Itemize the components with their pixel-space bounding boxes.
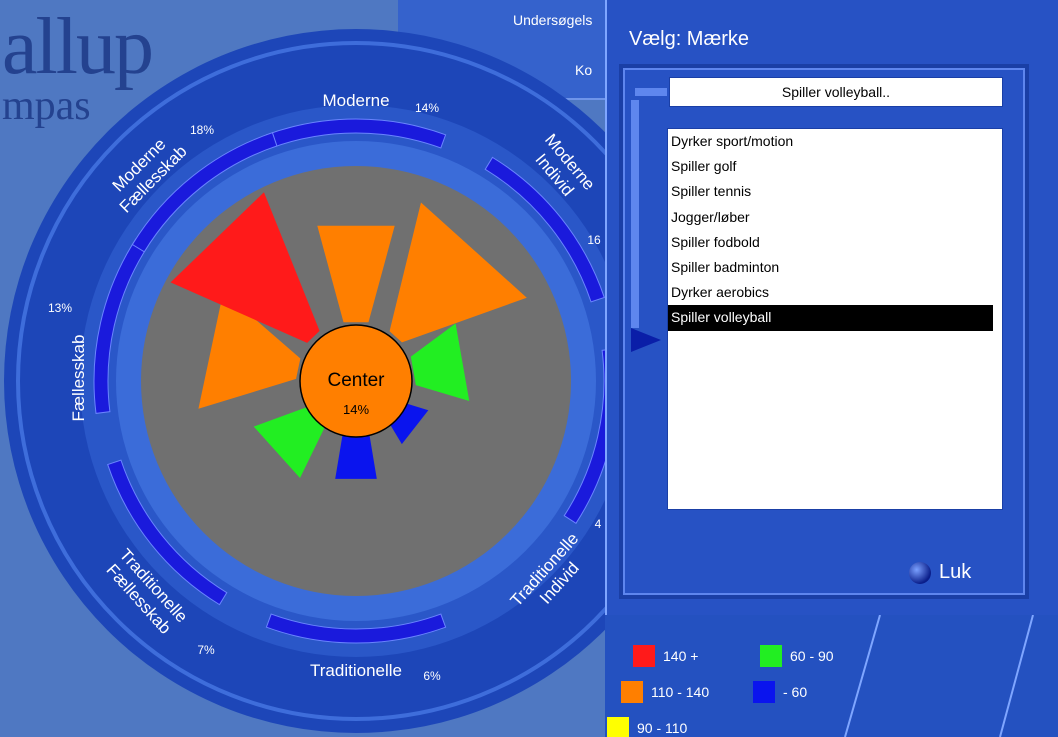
segment-label[interactable]: Fællesskab <box>69 335 88 422</box>
segment-label[interactable]: Moderne <box>322 91 389 110</box>
close-label: Luk <box>939 561 972 583</box>
panel-title: Vælg: Mærke <box>629 28 750 50</box>
option-item[interactable]: Spiller golf <box>668 154 993 179</box>
segment-pct: 4 <box>595 517 602 531</box>
app-stage: allup mpas Undersøgels Ko Center 14% Mod… <box>0 0 1058 737</box>
segment-pct: 14% <box>415 101 439 115</box>
legend-swatch-yellow <box>607 717 629 737</box>
center-pct: 14% <box>343 402 369 417</box>
legend-swatch-blue <box>753 681 775 703</box>
segment-pct: 16 <box>587 233 601 247</box>
legend-label: 90 - 110 <box>637 720 688 736</box>
options-listbox[interactable]: Dyrker sport/motion Spiller golf Spiller t… <box>667 128 1003 510</box>
option-item[interactable]: Dyrker aerobics <box>668 280 993 305</box>
legend-swatch-orange <box>621 681 643 703</box>
option-item[interactable]: Spiller fodbold <box>668 230 993 255</box>
segment-pct: 13% <box>48 301 72 315</box>
segment-label[interactable]: Traditionelle <box>310 661 402 680</box>
legend-swatch-green <box>760 645 782 667</box>
close-button[interactable]: Luk <box>909 561 971 584</box>
segment-label-text: Moderne <box>322 91 389 110</box>
legend: 140 + 60 - 90 110 - 140 - 60 90 - 110 <box>605 615 1058 737</box>
option-item[interactable]: Jogger/løber <box>668 205 993 230</box>
legend-item-90-110: 90 - 110 <box>607 717 687 737</box>
legend-label: 60 - 90 <box>790 648 834 664</box>
legend-label: 110 - 140 <box>651 684 710 700</box>
legend-item-140-plus: 140 + <box>633 645 698 667</box>
selected-value-display[interactable]: Spiller volleyball.. <box>669 77 1003 107</box>
legend-item-60-90: 60 - 90 <box>760 645 834 667</box>
segment-pct: 18% <box>190 123 214 137</box>
segment-label-text: Fællesskab <box>69 335 88 422</box>
petal-blue <box>335 435 377 479</box>
legend-label: - 60 <box>783 684 808 700</box>
legend-item-110-140: 110 - 140 <box>621 681 709 703</box>
option-item[interactable]: Spiller volleyball <box>668 305 993 331</box>
segment-pct: 7% <box>197 643 215 657</box>
segment-label-text: Traditionelle <box>310 661 402 680</box>
legend-item-minus-60: - 60 <box>753 681 807 703</box>
legend-swatch-red <box>633 645 655 667</box>
option-item[interactable]: Spiller tennis <box>668 179 993 204</box>
segment-pct: 6% <box>423 669 441 683</box>
legend-label: 140 + <box>663 648 699 664</box>
option-item[interactable]: Spiller badminton <box>668 255 993 280</box>
center-label: Center <box>327 370 385 391</box>
option-item[interactable]: Dyrker sport/motion <box>668 129 993 154</box>
brand-selector-panel: Vælg: Mærke Spiller volleyball.. Dyrker … <box>605 0 1058 615</box>
close-dot-icon <box>909 561 931 584</box>
